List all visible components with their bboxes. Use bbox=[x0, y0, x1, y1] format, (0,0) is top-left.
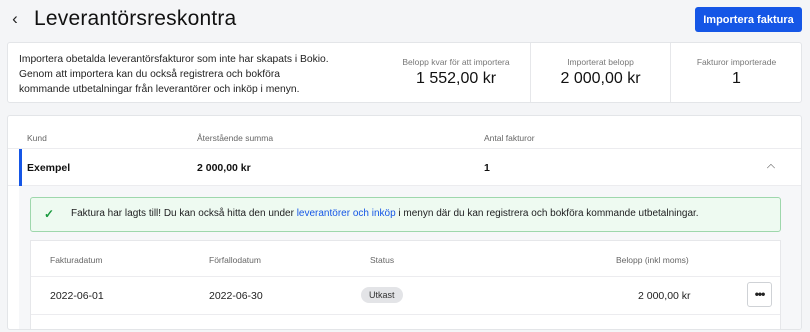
column-remaining[interactable]: Återstående summa bbox=[197, 133, 273, 143]
invoice-row[interactable]: 2022-06-01 2022-06-30 Utkast 2 000,00 kr… bbox=[31, 277, 780, 315]
success-alert: ✓ Faktura har lagts till! Du kan också h… bbox=[30, 197, 781, 232]
stat-label: Importerat belopp bbox=[567, 57, 634, 67]
supplier-list: Kund Återstående summa Antal fakturor Ex… bbox=[7, 115, 802, 330]
summary-description: Importera obetalda leverantörsfakturor s… bbox=[19, 54, 329, 95]
page-header: ‹ Leverantörsreskontra Importera faktura bbox=[0, 0, 810, 40]
stat-imported-amount: Importerat belopp 2 000,00 kr bbox=[530, 43, 670, 102]
stat-label: Fakturor importerade bbox=[696, 57, 777, 67]
more-options-button[interactable]: ••• bbox=[747, 282, 772, 307]
invoice-table-header: Fakturadatum Förfallodatum Status Belopp… bbox=[31, 241, 780, 277]
summary-card: Importera obetalda leverantörsfakturor s… bbox=[7, 42, 802, 103]
more-icon: ••• bbox=[754, 287, 766, 301]
supplier-detail: ✓ Faktura har lagts till! Du kan också h… bbox=[19, 186, 801, 329]
stat-value: 1 bbox=[732, 70, 741, 87]
supplier-row[interactable]: Exempel 2 000,00 kr 1 ⌵ bbox=[8, 149, 801, 186]
success-message: Faktura har lagts till! Du kan också hit… bbox=[71, 208, 699, 219]
import-invoice-button[interactable]: Importera faktura bbox=[695, 7, 802, 32]
column-invoice-date[interactable]: Fakturadatum bbox=[50, 255, 102, 265]
stat-label: Belopp kvar för att importera bbox=[402, 57, 510, 67]
stat-value: 2 000,00 kr bbox=[560, 70, 641, 87]
supplier-invoice-count: 1 bbox=[484, 162, 490, 174]
page-title: Leverantörsreskontra bbox=[34, 7, 237, 30]
suppliers-purchases-link[interactable]: leverantörer och inköp bbox=[297, 208, 396, 219]
check-icon: ✓ bbox=[44, 207, 55, 221]
success-text-end: i menyn där du kan registrera och bokför… bbox=[395, 208, 699, 219]
invoice-table: Fakturadatum Förfallodatum Status Belopp… bbox=[30, 240, 781, 329]
column-status[interactable]: Status bbox=[370, 255, 394, 265]
status-badge: Utkast bbox=[361, 287, 403, 303]
selected-indicator bbox=[19, 149, 22, 186]
stat-remaining-to-import: Belopp kvar för att importera 1 552,00 k… bbox=[382, 43, 530, 102]
chevron-up-icon[interactable]: ⌵ bbox=[764, 160, 778, 174]
column-amount[interactable]: Belopp (inkl moms) bbox=[616, 255, 689, 265]
invoice-date: 2022-06-01 bbox=[50, 290, 104, 302]
stat-value: 1 552,00 kr bbox=[415, 70, 497, 87]
invoice-amount: 2 000,00 kr bbox=[638, 290, 691, 302]
column-customer[interactable]: Kund bbox=[27, 133, 47, 143]
stat-invoices-imported: Fakturor importerade 1 bbox=[670, 43, 802, 102]
chevron-left-icon[interactable]: ‹ bbox=[6, 9, 24, 29]
column-invoice-count[interactable]: Antal fakturor bbox=[484, 133, 535, 143]
success-text-start: Faktura har lagts till! Du kan också hit… bbox=[71, 208, 297, 219]
supplier-name: Exempel bbox=[27, 162, 71, 174]
column-due-date[interactable]: Förfallodatum bbox=[209, 255, 261, 265]
due-date: 2022-06-30 bbox=[209, 290, 263, 302]
supplier-remaining: 2 000,00 kr bbox=[197, 162, 251, 174]
list-header: Kund Återstående summa Antal fakturor bbox=[8, 116, 801, 149]
